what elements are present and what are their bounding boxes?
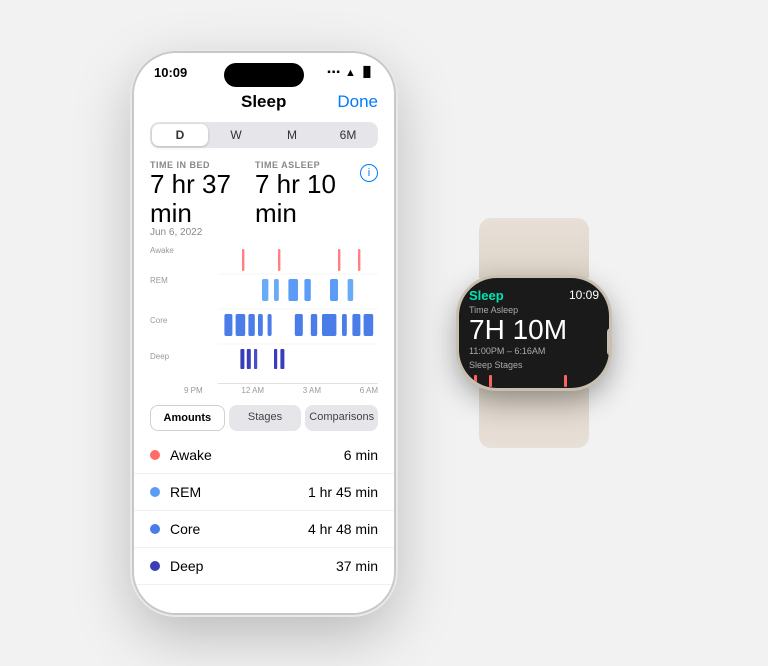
y-label-deep: Deep xyxy=(150,352,169,361)
status-icons: ▪▪▪ ▲ ▐▌ xyxy=(327,67,374,79)
signal-icon: ▪▪▪ xyxy=(327,67,341,78)
deep-dot xyxy=(150,561,160,571)
segment-d[interactable]: D xyxy=(152,124,208,146)
time-in-bed-block: TIME IN BED 7 hr 37 min Jun 6, 2022 xyxy=(150,160,255,238)
deep-label: Deep xyxy=(170,558,336,574)
apple-watch: Sleep 10:09 Time Asleep 7H 10M 11:00PM –… xyxy=(434,218,634,448)
sleep-item-deep: Deep 37 min xyxy=(134,548,394,585)
core-label: Core xyxy=(170,521,308,537)
sleep-list: Awake 6 min REM 1 hr 45 min Core 4 hr 48… xyxy=(134,437,394,613)
stat-date: Jun 6, 2022 xyxy=(150,227,255,238)
scene: 10:09 ▪▪▪ ▲ ▐▌ Sleep Done D W M 6M xyxy=(0,0,768,666)
tab-comparisons[interactable]: Comparisons xyxy=(305,405,378,431)
time-asleep-block: TIME ASLEEP 7 hr 10 min xyxy=(255,160,360,227)
watch-time-display: 10:09 xyxy=(569,288,599,302)
awake-value: 6 min xyxy=(344,447,378,463)
stats-row: TIME IN BED 7 hr 37 min Jun 6, 2022 TIME… xyxy=(134,154,394,242)
x-label-6am: 6 AM xyxy=(360,386,378,395)
rem-dot xyxy=(150,487,160,497)
watch-time-range: 11:00PM – 6:16AM xyxy=(469,346,599,356)
sleep-item-awake: Awake 6 min xyxy=(134,437,394,474)
sleep-svg xyxy=(218,244,378,384)
watch-top-row: Sleep 10:09 xyxy=(469,288,599,303)
rem-label: REM xyxy=(170,484,308,500)
sleep-chart: Awake REM Core Deep xyxy=(150,244,378,395)
x-label-12am: 12 AM xyxy=(241,386,264,395)
tab-amounts[interactable]: Amounts xyxy=(150,405,225,431)
chart-area xyxy=(218,244,378,384)
watch-crown xyxy=(607,328,609,356)
y-label-awake: Awake xyxy=(150,246,174,255)
sleep-item-rem: REM 1 hr 45 min xyxy=(134,474,394,511)
x-label-3am: 3 AM xyxy=(303,386,321,395)
iphone: 10:09 ▪▪▪ ▲ ▐▌ Sleep Done D W M 6M xyxy=(134,53,394,613)
iphone-screen: Sleep Done D W M 6M TIME IN BED 7 hr 37 … xyxy=(134,84,394,613)
watch-chart xyxy=(469,373,599,388)
watch-stages-label: Sleep Stages xyxy=(469,360,599,370)
tab-stages[interactable]: Stages xyxy=(229,405,302,431)
tabs-row: Amounts Stages Comparisons xyxy=(150,405,378,431)
watch-stages-svg xyxy=(469,373,599,388)
core-value: 4 hr 48 min xyxy=(308,521,378,537)
deep-value: 37 min xyxy=(336,558,378,574)
time-in-bed-value: 7 hr 37 min xyxy=(150,170,255,227)
info-icon[interactable]: i xyxy=(360,164,378,182)
segment-control: D W M 6M xyxy=(150,122,378,148)
x-label-9pm: 9 PM xyxy=(184,386,203,395)
segment-w[interactable]: W xyxy=(208,124,264,146)
watch-screen: Sleep 10:09 Time Asleep 7H 10M 11:00PM –… xyxy=(459,278,609,388)
sleep-item-core: Core 4 hr 48 min xyxy=(134,511,394,548)
watch-big-time: 7H 10M xyxy=(469,316,599,344)
time-asleep-value: 7 hr 10 min xyxy=(255,170,360,227)
dynamic-island xyxy=(224,63,304,87)
watch-body: Sleep 10:09 Time Asleep 7H 10M 11:00PM –… xyxy=(459,278,609,388)
watch-band-top xyxy=(479,218,589,278)
wifi-icon: ▲ xyxy=(345,67,356,79)
iphone-time: 10:09 xyxy=(154,65,187,80)
core-dot xyxy=(150,524,160,534)
y-label-rem: REM xyxy=(150,276,168,285)
watch-app-title: Sleep xyxy=(469,288,504,303)
segment-6m[interactable]: 6M xyxy=(320,124,376,146)
nav-title: Sleep xyxy=(241,92,286,112)
battery-icon: ▐▌ xyxy=(360,67,374,78)
segment-m[interactable]: M xyxy=(264,124,320,146)
chart-x-labels: 9 PM 12 AM 3 AM 6 AM xyxy=(184,386,378,395)
nav-bar: Sleep Done xyxy=(134,84,394,116)
done-button[interactable]: Done xyxy=(337,92,378,112)
watch-band-bottom xyxy=(479,388,589,448)
y-label-core: Core xyxy=(150,316,167,325)
awake-dot xyxy=(150,450,160,460)
rem-value: 1 hr 45 min xyxy=(308,484,378,500)
awake-label: Awake xyxy=(170,447,344,463)
